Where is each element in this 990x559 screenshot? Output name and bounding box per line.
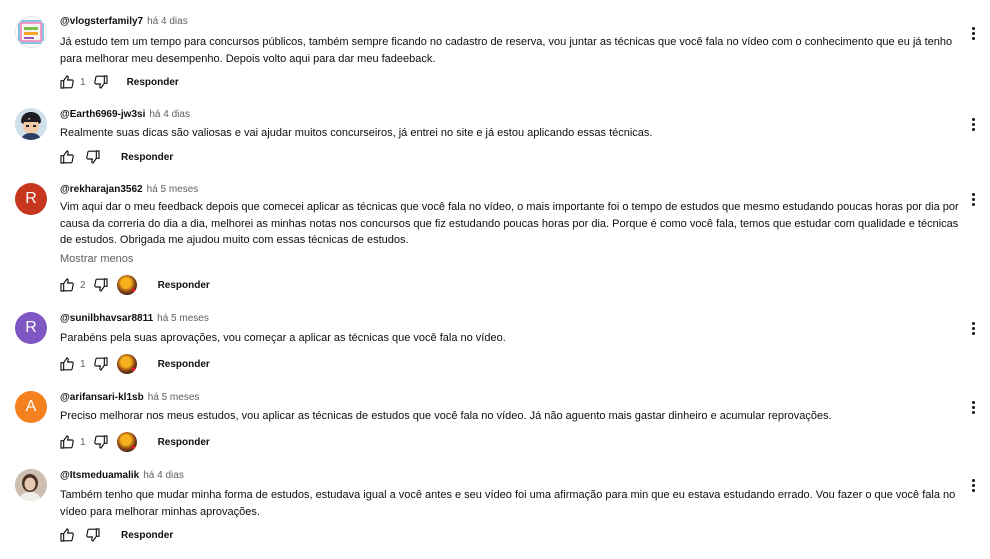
like-count: 2 bbox=[80, 279, 86, 291]
reply-button[interactable]: Responder bbox=[121, 530, 173, 541]
like-count: 1 bbox=[80, 76, 86, 88]
thumb-down-icon[interactable] bbox=[84, 526, 102, 544]
profile-photo-icon bbox=[15, 469, 47, 501]
vlogster-logo-icon bbox=[18, 20, 44, 44]
comment-text: Já estudo tem um tempo para concursos pú… bbox=[60, 36, 953, 65]
comment-actions: Responder bbox=[58, 148, 173, 166]
comment-text: Realmente suas dicas são valiosas e vai … bbox=[60, 127, 653, 139]
thumb-up-icon[interactable] bbox=[58, 355, 76, 373]
comment-header: @vlogsterfamily7 há 4 dias bbox=[60, 16, 188, 27]
reply-button[interactable]: Responder bbox=[158, 359, 210, 370]
author-name[interactable]: @sunilbhavsar8811 bbox=[60, 313, 153, 324]
show-less-button[interactable]: Mostrar menos bbox=[60, 253, 133, 265]
comment-header: @sunilbhavsar8811 há 5 meses bbox=[60, 313, 209, 324]
reply-button[interactable]: Responder bbox=[121, 152, 173, 163]
avatar-letter: A bbox=[25, 398, 37, 415]
comment-header: @rekharajan3562 há 5 meses bbox=[60, 184, 198, 195]
thumb-up-icon[interactable] bbox=[58, 526, 76, 544]
author-name[interactable]: @Itsmeduamalik bbox=[60, 470, 139, 481]
comment-actions: 1 ❤ Responder bbox=[58, 354, 210, 374]
comment-time[interactable]: há 4 dias bbox=[147, 16, 188, 27]
comment-time[interactable]: há 5 meses bbox=[147, 184, 199, 195]
comment-actions: 1 Responder bbox=[58, 73, 179, 91]
author-name[interactable]: @arifansari-kl1sb bbox=[60, 392, 144, 403]
like-count: 1 bbox=[80, 358, 86, 370]
thumb-down-icon[interactable] bbox=[92, 355, 110, 373]
avatar[interactable]: A bbox=[15, 391, 47, 423]
avatar[interactable] bbox=[15, 108, 47, 140]
creator-heart-icon: ❤ bbox=[116, 354, 137, 374]
author-name[interactable]: @rekharajan3562 bbox=[60, 184, 143, 195]
thumb-up-icon[interactable] bbox=[58, 73, 76, 91]
avatar-letter: R bbox=[25, 319, 37, 336]
avatar-letter: R bbox=[25, 190, 37, 207]
creator-heart-icon: ❤ bbox=[116, 275, 137, 295]
thumb-up-icon[interactable] bbox=[58, 433, 76, 451]
more-vert-icon[interactable] bbox=[966, 24, 980, 42]
reply-button[interactable]: Responder bbox=[158, 280, 210, 291]
comment-text: Parabéns pela suas aprovações, vou começ… bbox=[60, 332, 506, 344]
thumb-down-icon[interactable] bbox=[84, 148, 102, 166]
thumb-down-icon[interactable] bbox=[92, 276, 110, 294]
avatar[interactable]: R bbox=[15, 312, 47, 344]
comment-time[interactable]: há 5 meses bbox=[148, 392, 200, 403]
comment-actions: Responder bbox=[58, 526, 173, 544]
comment-text: Vim aqui dar o meu feedback depois que c… bbox=[60, 201, 959, 246]
reply-button[interactable]: Responder bbox=[158, 437, 210, 448]
author-name[interactable]: @vlogsterfamily7 bbox=[60, 16, 143, 27]
thumb-down-icon[interactable] bbox=[92, 73, 110, 91]
avatar[interactable] bbox=[15, 469, 47, 501]
more-vert-icon[interactable] bbox=[966, 398, 980, 416]
reply-button[interactable]: Responder bbox=[127, 77, 179, 88]
avatar[interactable] bbox=[15, 16, 47, 48]
more-vert-icon[interactable] bbox=[966, 190, 980, 208]
comment-header: @Itsmeduamalik há 4 dias bbox=[60, 470, 184, 481]
avatar[interactable]: R bbox=[15, 183, 47, 215]
comment-text: Preciso melhorar nos meus estudos, vou a… bbox=[60, 410, 832, 422]
creator-heart-icon: ❤ bbox=[116, 432, 137, 452]
comment-actions: 2 ❤ Responder bbox=[58, 275, 210, 295]
comment-time[interactable]: há 4 dias bbox=[149, 109, 190, 120]
more-vert-icon[interactable] bbox=[966, 115, 980, 133]
comment-time[interactable]: há 4 dias bbox=[143, 470, 184, 481]
author-name[interactable]: @Earth6969-jw3si bbox=[60, 109, 145, 120]
thumb-up-icon[interactable] bbox=[58, 148, 76, 166]
more-vert-icon[interactable] bbox=[966, 319, 980, 337]
comment-actions: 1 ❤ Responder bbox=[58, 432, 210, 452]
comment-header: @Earth6969-jw3si há 4 dias bbox=[60, 109, 190, 120]
thumb-down-icon[interactable] bbox=[92, 433, 110, 451]
thumb-up-icon[interactable] bbox=[58, 276, 76, 294]
cartoon-avatar-icon bbox=[15, 108, 47, 140]
like-count: 1 bbox=[80, 436, 86, 448]
comment-text: Também tenho que mudar minha forma de es… bbox=[60, 489, 956, 518]
comment-header: @arifansari-kl1sb há 5 meses bbox=[60, 392, 199, 403]
more-vert-icon[interactable] bbox=[966, 476, 980, 494]
comment-time[interactable]: há 5 meses bbox=[157, 313, 209, 324]
